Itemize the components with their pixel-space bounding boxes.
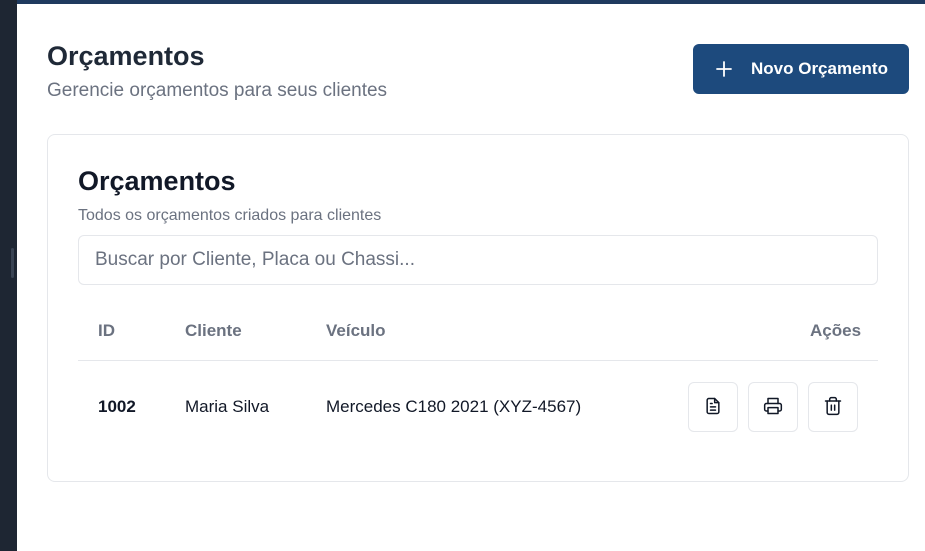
search-input[interactable] — [78, 235, 878, 285]
sidebar-edge — [0, 0, 17, 551]
print-button[interactable] — [748, 382, 798, 432]
new-quote-button[interactable]: Novo Orçamento — [693, 44, 909, 94]
page-subtitle: Gerencie orçamentos para seus clientes — [47, 80, 388, 101]
view-document-button[interactable] — [688, 382, 738, 432]
printer-icon — [763, 396, 783, 419]
column-header-cliente[interactable]: Cliente — [185, 321, 242, 341]
delete-button[interactable] — [808, 382, 858, 432]
resize-handle[interactable] — [11, 248, 14, 278]
card-subtitle: Todos os orçamentos criados para cliente… — [78, 207, 382, 224]
quotes-card: Orçamentos Todos os orçamentos criados p… — [47, 134, 909, 482]
trash-icon — [823, 396, 843, 419]
table-row: 1002 Maria Silva Mercedes C180 2021 (XYZ… — [78, 361, 878, 453]
row-veiculo: Mercedes C180 2021 (XYZ-4567) — [326, 397, 582, 416]
column-header-id[interactable]: ID — [98, 321, 115, 341]
row-cliente: Maria Silva — [185, 397, 270, 416]
page-title: Orçamentos — [47, 41, 205, 71]
main-content: Orçamentos Gerencie orçamentos para seus… — [17, 4, 925, 551]
new-quote-button-label: Novo Orçamento — [751, 59, 888, 78]
document-icon — [703, 396, 723, 419]
card-title: Orçamentos — [78, 166, 236, 196]
column-header-veiculo[interactable]: Veículo — [326, 321, 386, 341]
column-header-acoes: Ações — [810, 321, 862, 340]
plus-icon — [715, 60, 733, 78]
row-id: 1002 — [98, 397, 136, 416]
